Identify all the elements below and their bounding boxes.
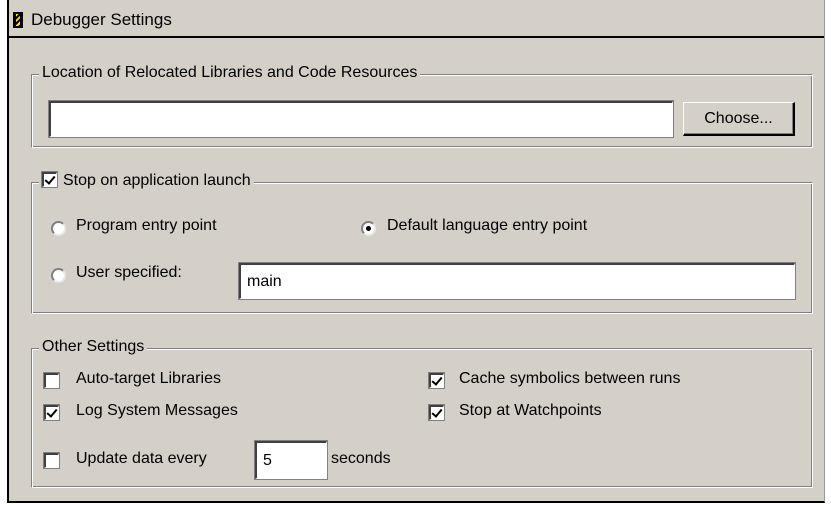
stop-on-launch-label: Stop on application launch <box>63 172 251 189</box>
other-settings-legend: Other Settings <box>39 338 148 356</box>
auto-target-checkbox[interactable] <box>44 373 59 388</box>
launch-legend: Stop on application launch <box>39 172 254 194</box>
log-messages-checkbox[interactable] <box>44 405 59 420</box>
seconds-label: seconds <box>331 450 391 467</box>
stop-on-launch-checkbox[interactable] <box>42 172 57 187</box>
panel-title: Debugger Settings <box>31 10 172 29</box>
choose-button[interactable]: Choose... <box>683 102 795 136</box>
debugger-settings-panel: Debugger Settings Location of Relocated … <box>7 0 825 503</box>
auto-target-label: Auto-target Libraries <box>76 370 221 387</box>
program-entry-label: Program entry point <box>76 217 217 234</box>
program-entry-radio[interactable] <box>51 221 66 236</box>
cache-symbolics-label: Cache symbolics between runs <box>459 370 681 387</box>
update-data-label: Update data every <box>76 450 207 467</box>
cache-symbolics-checkbox[interactable] <box>429 373 444 388</box>
watchpoints-label: Stop at Watchpoints <box>459 402 602 419</box>
relocated-libraries-path-field[interactable] <box>49 101 673 137</box>
default-entry-radio[interactable] <box>361 221 376 236</box>
watchpoints-checkbox[interactable] <box>429 405 444 420</box>
update-interval-field[interactable] <box>255 441 327 479</box>
panel-icon <box>13 12 23 28</box>
update-data-checkbox[interactable] <box>44 453 59 468</box>
title-bar: Debugger Settings <box>9 0 824 38</box>
user-specified-radio[interactable] <box>51 268 66 283</box>
relocated-libraries-legend: Location of Relocated Libraries and Code… <box>39 64 421 82</box>
default-entry-label: Default language entry point <box>387 217 588 234</box>
user-specified-label: User specified: <box>76 264 182 281</box>
log-messages-label: Log System Messages <box>76 402 238 419</box>
user-specified-field[interactable] <box>239 263 795 299</box>
